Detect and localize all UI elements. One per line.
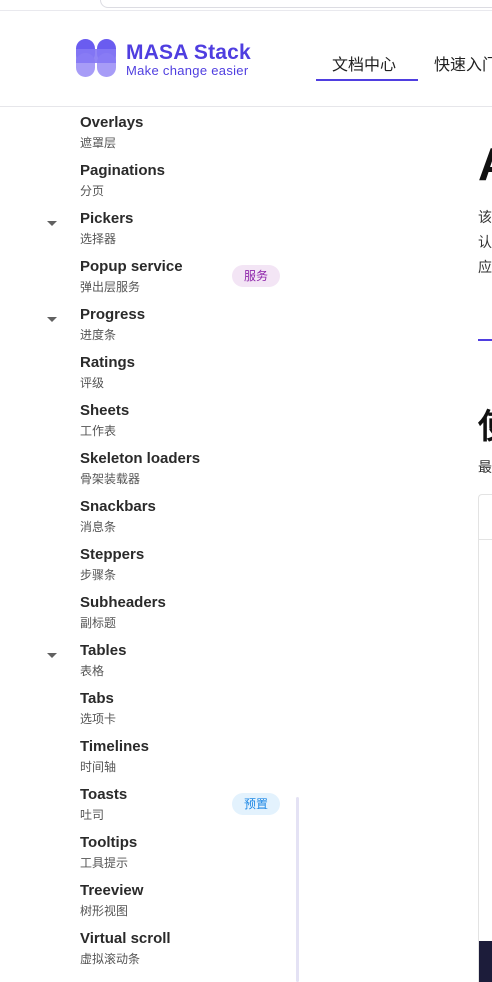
- sidebar-item-progress[interactable]: Progress 进度条: [0, 299, 298, 347]
- browser-strip: [0, 0, 492, 11]
- service-badge: 服务: [232, 265, 281, 287]
- app-header: MASA Stack Make change easier 文档中心 快速入门: [0, 11, 492, 107]
- page: MASA Stack Make change easier 文档中心 快速入门 …: [0, 0, 492, 982]
- sidebar-item-virtual-scroll[interactable]: Virtual scroll 虚拟滚动条: [0, 923, 298, 971]
- sidebar-item-title: Popup service: [80, 258, 183, 275]
- sidebar-item-title: Subheaders: [80, 594, 166, 611]
- sidebar-item-title: Overlays: [80, 114, 144, 131]
- sidebar-item-subtitle: 虚拟滚动条: [80, 952, 141, 966]
- sidebar-item-title: Paginations: [80, 162, 166, 179]
- sidebar-nav: Overlays 遮罩层 Paginations 分页 Pickers 选择器 …: [0, 107, 298, 982]
- sidebar-item-subtitle: 进度条: [80, 328, 117, 342]
- sidebar-item-title: Tabs: [80, 690, 114, 707]
- sidebar-item-title: Progress: [80, 306, 146, 323]
- intro-text-line: 该: [478, 209, 492, 225]
- nav-tab-active-indicator: [316, 79, 418, 81]
- sidebar-item-subtitle: 副标题: [80, 616, 117, 630]
- sidebar-item-title: Pickers: [80, 210, 134, 227]
- intro-text-line: 应: [478, 259, 492, 275]
- sidebar-item-title: Ratings: [80, 354, 136, 371]
- sidebar-item-subtitle: 吐司: [80, 808, 105, 822]
- example-card: [478, 494, 492, 982]
- sidebar-item-title: Treeview: [80, 882, 144, 899]
- sidebar-item-title: Timelines: [80, 738, 149, 755]
- content-tab-indicator: [478, 339, 492, 341]
- nav-tab-quickstart[interactable]: 快速入门: [434, 51, 492, 75]
- sidebar-item-treeview[interactable]: Treeview 树形视图: [0, 875, 298, 923]
- chevron-down-icon[interactable]: [47, 653, 57, 658]
- sidebar-item-subtitle: 弹出层服务: [80, 280, 141, 294]
- sidebar-item-subtitle: 表格: [80, 664, 105, 678]
- sidebar-item-subtitle: 评级: [80, 376, 105, 390]
- sidebar-item-snackbars[interactable]: Snackbars 消息条: [0, 491, 298, 539]
- sidebar-item-pickers[interactable]: Pickers 选择器: [0, 203, 298, 251]
- sidebar-item-steppers[interactable]: Steppers 步骤条: [0, 539, 298, 587]
- sidebar-item-subtitle: 步骤条: [80, 568, 117, 582]
- sidebar-item-timelines[interactable]: Timelines 时间轴: [0, 731, 298, 779]
- sidebar-item-subheaders[interactable]: Subheaders 副标题: [0, 587, 298, 635]
- sidebar-item-subtitle: 选项卡: [80, 712, 117, 726]
- sidebar-item-subtitle: 分页: [80, 184, 105, 198]
- sidebar-item-subtitle: 树形视图: [80, 904, 129, 918]
- main-content: A 该 认 应 使 最: [300, 107, 492, 982]
- sidebar-item-toasts[interactable]: Toasts 吐司 预置: [0, 779, 298, 827]
- sidebar-item-title: Steppers: [80, 546, 145, 563]
- code-block: [479, 941, 492, 982]
- sidebar-item-sheets[interactable]: Sheets 工作表: [0, 395, 298, 443]
- sidebar-item-subtitle: 工具提示: [80, 856, 129, 870]
- sidebar-scrollbar[interactable]: [296, 797, 299, 982]
- sidebar-item-skeleton-loaders[interactable]: Skeleton loaders 骨架装载器: [0, 443, 298, 491]
- sidebar-item-ratings[interactable]: Ratings 评级: [0, 347, 298, 395]
- sidebar-item-subtitle: 消息条: [80, 520, 117, 534]
- intro-text-line: 认: [478, 234, 492, 250]
- sidebar-item-subtitle: 工作表: [80, 424, 117, 438]
- sidebar-item-title: Sheets: [80, 402, 130, 419]
- sidebar-item-popup-service[interactable]: Popup service 弹出层服务 服务: [0, 251, 298, 299]
- chevron-down-icon[interactable]: [47, 317, 57, 322]
- masa-logo-icon[interactable]: [76, 39, 118, 79]
- section-heading: 使: [478, 399, 492, 448]
- sidebar-item-overlays[interactable]: Overlays 遮罩层: [0, 107, 298, 155]
- sidebar-item-subtitle: 遮罩层: [80, 136, 117, 150]
- example-card-divider: [479, 539, 492, 540]
- section-text: 最: [478, 459, 492, 475]
- sidebar-item-title: Snackbars: [80, 498, 156, 515]
- nav-tab-docs[interactable]: 文档中心: [332, 51, 396, 75]
- sidebar-item-title: Toasts: [80, 786, 128, 803]
- sidebar-item-subtitle: 时间轴: [80, 760, 117, 774]
- sidebar-item-paginations[interactable]: Paginations 分页: [0, 155, 298, 203]
- brand-tagline: Make change easier: [126, 63, 249, 78]
- preset-badge: 预置: [232, 793, 281, 815]
- sidebar-item-tabs[interactable]: Tabs 选项卡: [0, 683, 298, 731]
- address-bar-edge: [100, 0, 492, 8]
- sidebar-item-subtitle: 骨架装载器: [80, 472, 141, 486]
- brand-name[interactable]: MASA Stack: [126, 41, 251, 65]
- sidebar-item-title: Tooltips: [80, 834, 138, 851]
- sidebar-item-tooltips[interactable]: Tooltips 工具提示: [0, 827, 298, 875]
- sidebar-item-tables[interactable]: Tables 表格: [0, 635, 298, 683]
- sidebar-item-title: Tables: [80, 642, 127, 659]
- sidebar-item-title: Virtual scroll: [80, 930, 171, 947]
- chevron-down-icon[interactable]: [47, 221, 57, 226]
- page-title: A: [478, 137, 492, 191]
- sidebar-item-subtitle: 选择器: [80, 232, 117, 246]
- sidebar-item-title: Skeleton loaders: [80, 450, 201, 467]
